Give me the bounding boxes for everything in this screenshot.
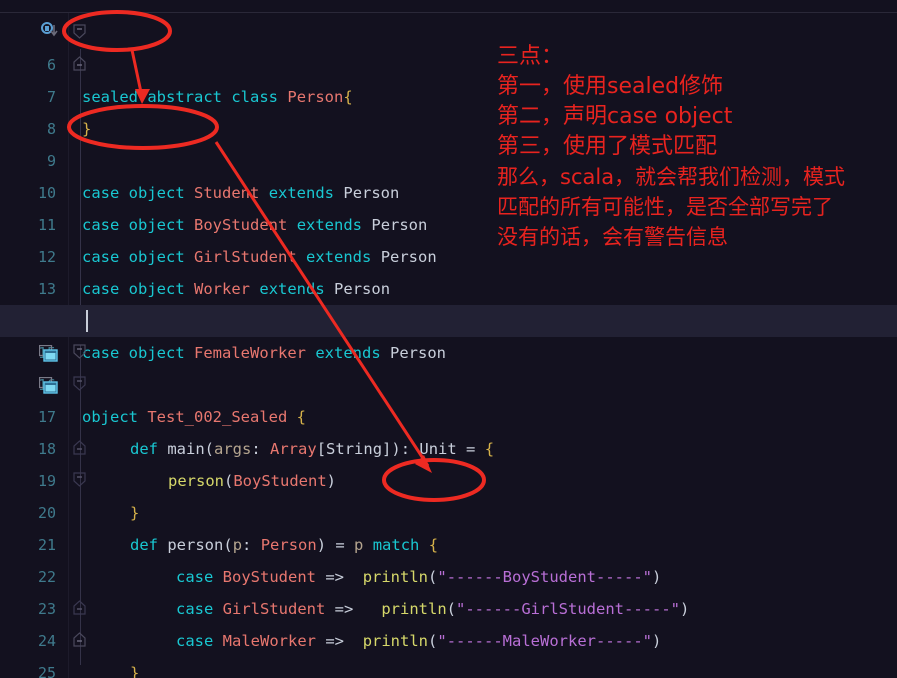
code-line-18[interactable]: 18 person(BoyStudent): [0, 401, 897, 490]
annotation-line-5: 那么，scala，就会帮我们检测，模式: [497, 165, 846, 189]
annotation-line-1: 三点：: [497, 44, 564, 69]
code-line-16[interactable]: 16 object Test_002_Sealed {: [0, 337, 897, 426]
annotation-text-block: 三点： 第一，使用sealed修饰 第二，声明case object 第三，使用…: [497, 42, 897, 252]
annotation-line-2: 第一，使用sealed修饰: [497, 74, 724, 99]
fold-marker-end-icon[interactable]: [73, 600, 86, 615]
text-caret: [86, 310, 88, 332]
run-main-icon[interactable]: [38, 376, 58, 394]
fold-marker-end-icon[interactable]: [73, 440, 86, 455]
code-line-23[interactable]: 23 case MaleWorker => println("------Mal…: [0, 561, 897, 650]
editor-window: 6 sealed abstract class Person{ 7 } 8 9 …: [0, 0, 897, 678]
code-line-25[interactable]: 25 }: [0, 625, 897, 678]
code-line-14[interactable]: 14 case object FemaleWorker extends Pers…: [0, 273, 897, 362]
code-line-22[interactable]: 22 case GirlStudent => println("------Gi…: [0, 529, 897, 618]
annotation-line-3: 第二，声明case object: [497, 104, 733, 129]
fold-marker-icon[interactable]: [73, 24, 86, 39]
code-line-24[interactable]: 24 }: [0, 593, 897, 678]
code-line-15[interactable]: 15: [0, 305, 897, 362]
annotation-line-6: 匹配的所有可能性，是否全部写完了: [497, 195, 833, 219]
code-line-26[interactable]: 26: [0, 657, 897, 678]
override-method-icon[interactable]: [40, 22, 60, 38]
annotation-line-7: 没有的话，会有警告信息: [497, 225, 728, 249]
annotation-line-4: 第三，使用了模式匹配: [497, 134, 718, 159]
fold-marker-end-icon[interactable]: [73, 632, 86, 647]
fold-marker-icon[interactable]: [73, 344, 86, 359]
fold-marker-icon[interactable]: [73, 472, 86, 487]
fold-marker-icon[interactable]: [73, 376, 86, 391]
fold-marker-end-icon[interactable]: [73, 56, 86, 71]
code-line-17[interactable]: 17 def main(args: Array[String]): Unit =…: [0, 369, 897, 458]
run-object-icon[interactable]: [38, 344, 58, 362]
code-line-19[interactable]: 19 }: [0, 433, 897, 522]
code-line-21[interactable]: 21 case BoyStudent => println("------Boy…: [0, 497, 897, 586]
code-line-20[interactable]: 20 def person(p: Person) = p match {: [0, 465, 897, 554]
